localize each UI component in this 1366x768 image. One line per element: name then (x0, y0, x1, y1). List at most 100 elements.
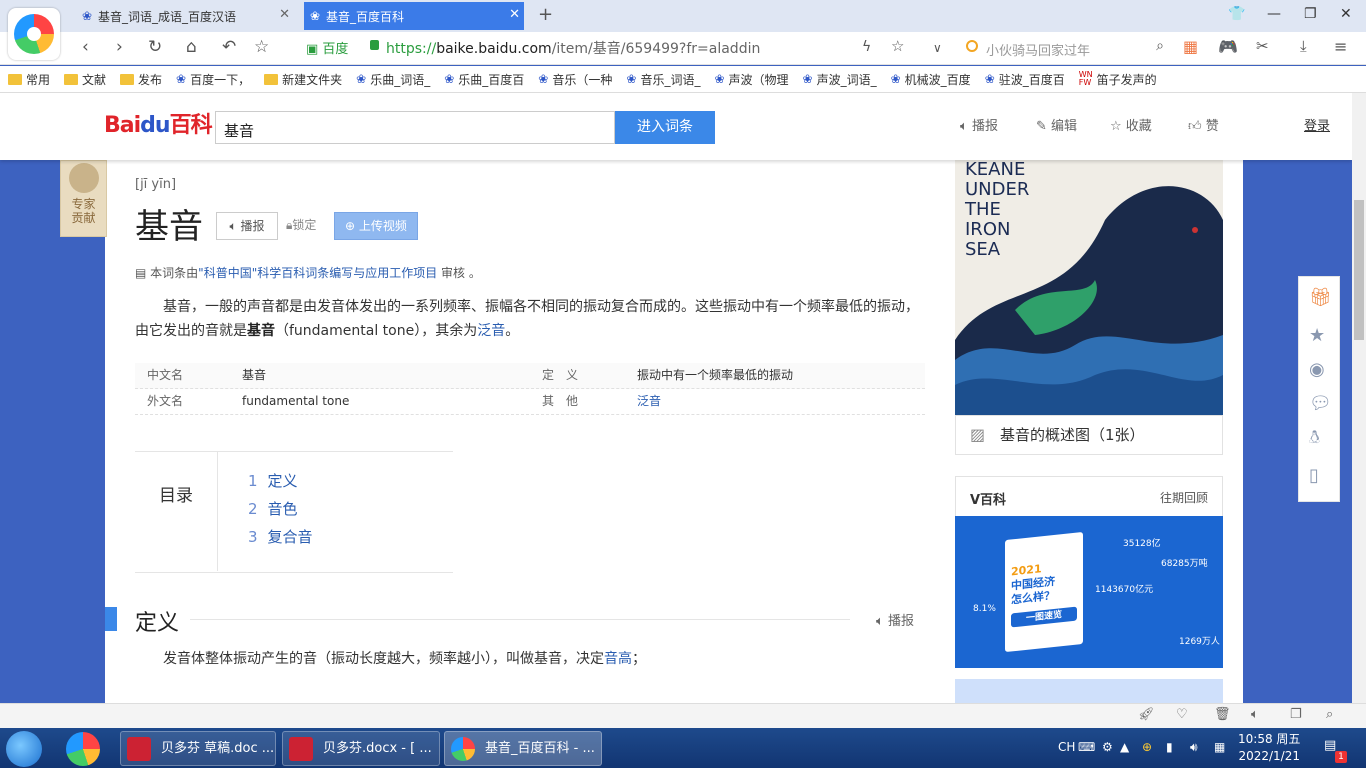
enter-entry-button[interactable]: 进入词条 (615, 111, 715, 144)
qq-icon[interactable]: 🐧︎ (1309, 427, 1320, 450)
trash-icon[interactable]: 🗑︎ (1214, 707, 1231, 722)
dropdown-chevron-icon[interactable]: ∨ (933, 41, 942, 55)
review-project-link[interactable]: "科普中国"科学百科词条编写与应用工作项目 (198, 266, 437, 280)
past-issues-link[interactable]: 往期回顾 (1160, 489, 1208, 506)
expert-contribution-badge[interactable]: 专家 贡献 (60, 160, 107, 237)
shirt-skin-icon[interactable]: 👕 (1228, 6, 1245, 22)
zoom-icon[interactable]: ⌕ (1326, 707, 1333, 722)
like-action[interactable]: 👍︎ 赞 (1188, 115, 1219, 134)
bookmark-item[interactable]: ❀ 乐曲_词语_ (356, 71, 430, 88)
close-tab-icon[interactable]: ✕ (509, 7, 520, 22)
bookmark-item[interactable]: ❀ 乐曲_百度百 (444, 71, 524, 88)
pinned-browser-icon[interactable] (66, 732, 100, 766)
bookmark-folder[interactable]: 新建文件夹 (264, 71, 342, 88)
system-clock[interactable]: 10:58 周五 2022/1/21 (1238, 731, 1300, 765)
url-text[interactable]: https://baike.baidu.com/item/基音/659499?f… (386, 38, 760, 58)
star-icon[interactable]: ★ (1309, 325, 1325, 346)
game-controller-icon[interactable]: 🎮 (1218, 37, 1238, 56)
locked-label: 锁定 (292, 218, 317, 232)
add-icon[interactable]: ⊕ (1142, 740, 1152, 754)
favorite-star-icon[interactable]: ☆ (254, 37, 269, 57)
baike-logo[interactable]: Baidu百科 (104, 107, 213, 139)
login-link[interactable]: 登录 (1304, 115, 1330, 134)
home-icon[interactable]: ⌂ (186, 37, 197, 57)
bookmark-item[interactable]: WN FW 笛子发声的 (1079, 71, 1157, 88)
new-tab-icon[interactable]: + (538, 4, 553, 25)
taskbar-item-docx[interactable]: 贝多芬.docx - [ ... (282, 731, 440, 766)
network-icon[interactable]: ▦ (1214, 740, 1225, 754)
gift-icon[interactable]: 🎁︎ (1309, 287, 1332, 308)
tab-baidu-hanyu[interactable]: ❀ 基音_词语_成语_百度汉语 ✕ (76, 2, 294, 30)
bookmark-folder[interactable]: 文献 (64, 71, 106, 88)
forward-icon[interactable]: › (116, 37, 123, 57)
section-broadcast-button[interactable]: 🔈︎ 播报 (876, 610, 914, 629)
tray-settings-icon[interactable]: ⚙ (1102, 740, 1113, 754)
intro-text-2: （fundamental tone），其余为 (275, 323, 478, 339)
toc-item[interactable]: 3 复合音 (248, 526, 313, 547)
lightning-icon[interactable]: ϟ (862, 39, 871, 55)
keyboard-icon[interactable]: ⌨ (1078, 740, 1095, 754)
restore-icon[interactable]: ❐ (1304, 6, 1317, 22)
bookmark-item[interactable]: ❀ 驻波_百度百 (985, 71, 1065, 88)
weibo-icon[interactable]: ◉ (1309, 359, 1325, 380)
edit-action[interactable]: ✎ 编辑 (1036, 115, 1077, 134)
wechat-icon[interactable]: 💬︎ (1309, 393, 1332, 414)
rocket-icon[interactable]: 🚀︎ (1138, 707, 1155, 722)
back-icon[interactable]: ‹ (82, 37, 89, 57)
close-tab-icon[interactable]: ✕ (279, 7, 290, 22)
ime-indicator[interactable]: CH (1058, 740, 1075, 754)
taskbar-item-draft[interactable]: 贝多芬 草稿.doc ... (120, 731, 276, 766)
verified-badge[interactable]: ▣ 百度 (306, 38, 348, 57)
bookmark-item[interactable]: ❀ 声波_词语_ (803, 71, 877, 88)
mobile-icon[interactable]: ▯ (1309, 465, 1319, 486)
toc-number: 2 (248, 500, 258, 518)
taskbar-item-browser[interactable]: 基音_百度百科 - ... (444, 731, 602, 766)
info-value-link[interactable]: 泛音 (637, 389, 661, 414)
bookmark-star-icon[interactable]: ☆ (891, 37, 904, 55)
search-box[interactable]: 小伙骑马回家过年 ⌕ (958, 34, 1168, 60)
search-icon[interactable]: ⌕ (1156, 38, 1164, 54)
reload-icon[interactable]: ↻ (148, 37, 162, 57)
image-caption[interactable]: ▨ 基音的概述图（1张） (955, 415, 1223, 455)
collect-action[interactable]: ☆ 收藏 (1110, 115, 1152, 134)
window-icon[interactable]: ❐ (1290, 707, 1302, 722)
intro-end: 。 (505, 323, 520, 339)
menu-icon[interactable]: ≡ (1334, 37, 1347, 56)
bookmark-item[interactable]: ❀ 声波（物理 (714, 71, 788, 88)
pitch-link[interactable]: 音高 (604, 651, 632, 667)
review-note: ▤ 本词条由"科普中国"科学百科词条编写与应用工作项目 审核 。 (135, 264, 481, 281)
close-window-icon[interactable]: ✕ (1340, 6, 1352, 22)
vbaike-banner[interactable]: 2021 中国经济 怎么样？ 一图速览 35128亿 68285万吨 11436… (955, 516, 1223, 668)
browser-logo-icon[interactable] (8, 8, 60, 60)
overview-image[interactable]: KEANE UNDER THE IRON SEA (955, 160, 1223, 415)
scissors-icon[interactable]: ✂ (1256, 37, 1269, 55)
upload-video-button[interactable]: ⊕ 上传视频 (334, 212, 418, 240)
sound-icon[interactable]: 🔈︎ (1251, 707, 1259, 722)
heart-icon[interactable]: ♡ (1176, 707, 1188, 722)
baike-search-input[interactable]: 基音 (215, 111, 615, 144)
battery-icon[interactable]: ▮ (1166, 740, 1173, 754)
scrollbar-thumb[interactable] (1354, 200, 1364, 340)
toc-item[interactable]: 1 定义 (248, 470, 298, 491)
broadcast-action[interactable]: 🔈︎ 播报 (960, 115, 998, 134)
volume-icon[interactable]: 🔊︎ (1190, 740, 1198, 755)
start-button[interactable] (6, 731, 42, 767)
page-scrollbar[interactable] (1352, 93, 1366, 703)
wps-writer-icon (289, 737, 313, 761)
minimize-icon[interactable]: — (1267, 6, 1281, 22)
info-label: 外文名 (147, 394, 184, 408)
download-icon[interactable]: ⤓ (1300, 37, 1307, 55)
bookmark-item[interactable]: ❀ 机械波_百度 (891, 71, 971, 88)
tab-baike-active[interactable]: ❀ 基音_百度百科 ✕ (304, 2, 524, 30)
bookmark-item[interactable]: ❀ 音乐（一种 (538, 71, 612, 88)
bookmark-item[interactable]: ❀ 百度一下， (176, 71, 250, 88)
apps-grid-icon[interactable]: ▦ (1183, 37, 1198, 56)
toc-item[interactable]: 2 音色 (248, 498, 298, 519)
overtone-link[interactable]: 泛音 (477, 323, 505, 339)
bookmark-folder[interactable]: 发布 (120, 71, 162, 88)
undo-icon[interactable]: ↶ (222, 37, 236, 57)
broadcast-button[interactable]: 🔈︎ 播报 (216, 212, 278, 240)
bookmark-folder[interactable]: 常用 (8, 71, 50, 88)
show-hidden-icons[interactable]: ▲ (1120, 740, 1129, 754)
bookmark-item[interactable]: ❀ 音乐_词语_ (626, 71, 700, 88)
